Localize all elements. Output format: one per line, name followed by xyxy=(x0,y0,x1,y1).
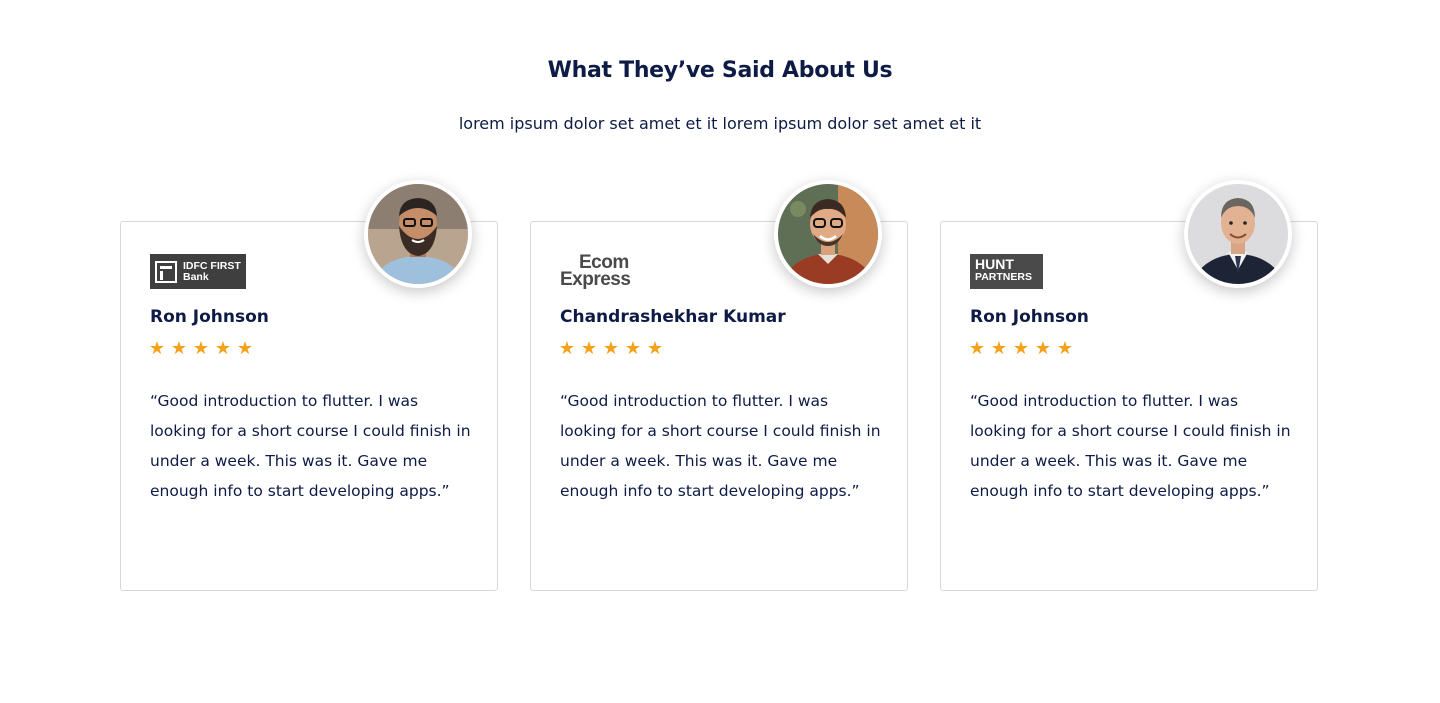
businessman-suit-icon xyxy=(1188,184,1288,284)
idfc-logo-icon xyxy=(155,260,177,283)
logo-text-line2: Bank xyxy=(183,270,209,283)
avatar xyxy=(774,180,882,288)
testimonial-card: IDFC FIRST Bank Ron Johnson ★ ★ ★ ★ ★ “G… xyxy=(120,180,498,591)
star-rating: ★ ★ ★ ★ ★ xyxy=(968,339,1074,359)
avatar xyxy=(364,180,472,288)
star-icon: ★ xyxy=(214,338,232,359)
logo-text-line2: Express xyxy=(560,269,631,290)
company-logo: IDFC FIRST Bank xyxy=(150,254,246,290)
testimonial-quote: “Good introduction to flutter. I was loo… xyxy=(970,392,1291,500)
testimonial-card: Ecom Express Chandrashekhar Kumar ★ ★ ★ … xyxy=(530,180,908,591)
star-icon: ★ xyxy=(646,338,664,359)
star-icon: ★ xyxy=(558,338,576,359)
testimonial-card: HUNT PARTNERS Ron Johnson ★ ★ ★ ★ ★ “Goo… xyxy=(940,180,1318,591)
avatar xyxy=(1184,180,1292,288)
star-icon: ★ xyxy=(1056,338,1074,359)
reviewer-name: Ron Johnson xyxy=(150,307,269,327)
star-icon: ★ xyxy=(624,338,642,359)
star-icon: ★ xyxy=(192,338,210,359)
star-icon: ★ xyxy=(236,338,254,359)
star-icon: ★ xyxy=(1034,338,1052,359)
star-icon: ★ xyxy=(580,338,598,359)
logo-text-line1: HUNT xyxy=(975,256,1014,272)
star-icon: ★ xyxy=(148,338,166,359)
section-subtitle: lorem ipsum dolor set amet et it lorem i… xyxy=(458,114,982,133)
star-icon: ★ xyxy=(1012,338,1030,359)
reviewer-name: Ron Johnson xyxy=(970,307,1089,327)
smiling-man-glasses-icon xyxy=(778,184,878,284)
star-icon: ★ xyxy=(990,338,1008,359)
logo-text-line1: IDFC FIRST xyxy=(183,259,241,272)
logo-text-line2: PARTNERS xyxy=(975,271,1032,283)
reviewer-name: Chandrashekhar Kumar xyxy=(560,307,786,327)
star-icon: ★ xyxy=(602,338,620,359)
company-logo: Ecom Express xyxy=(560,253,631,290)
star-rating: ★ ★ ★ ★ ★ xyxy=(148,339,254,359)
testimonial-quote: “Good introduction to flutter. I was loo… xyxy=(560,392,881,500)
bearded-man-glasses-icon xyxy=(368,184,468,284)
star-rating: ★ ★ ★ ★ ★ xyxy=(558,339,664,359)
company-logo: HUNT PARTNERS xyxy=(970,254,1043,290)
star-icon: ★ xyxy=(170,338,188,359)
star-icon: ★ xyxy=(968,338,986,359)
testimonial-quote: “Good introduction to flutter. I was loo… xyxy=(150,392,471,500)
section-title: What They’ve Said About Us xyxy=(547,58,893,83)
